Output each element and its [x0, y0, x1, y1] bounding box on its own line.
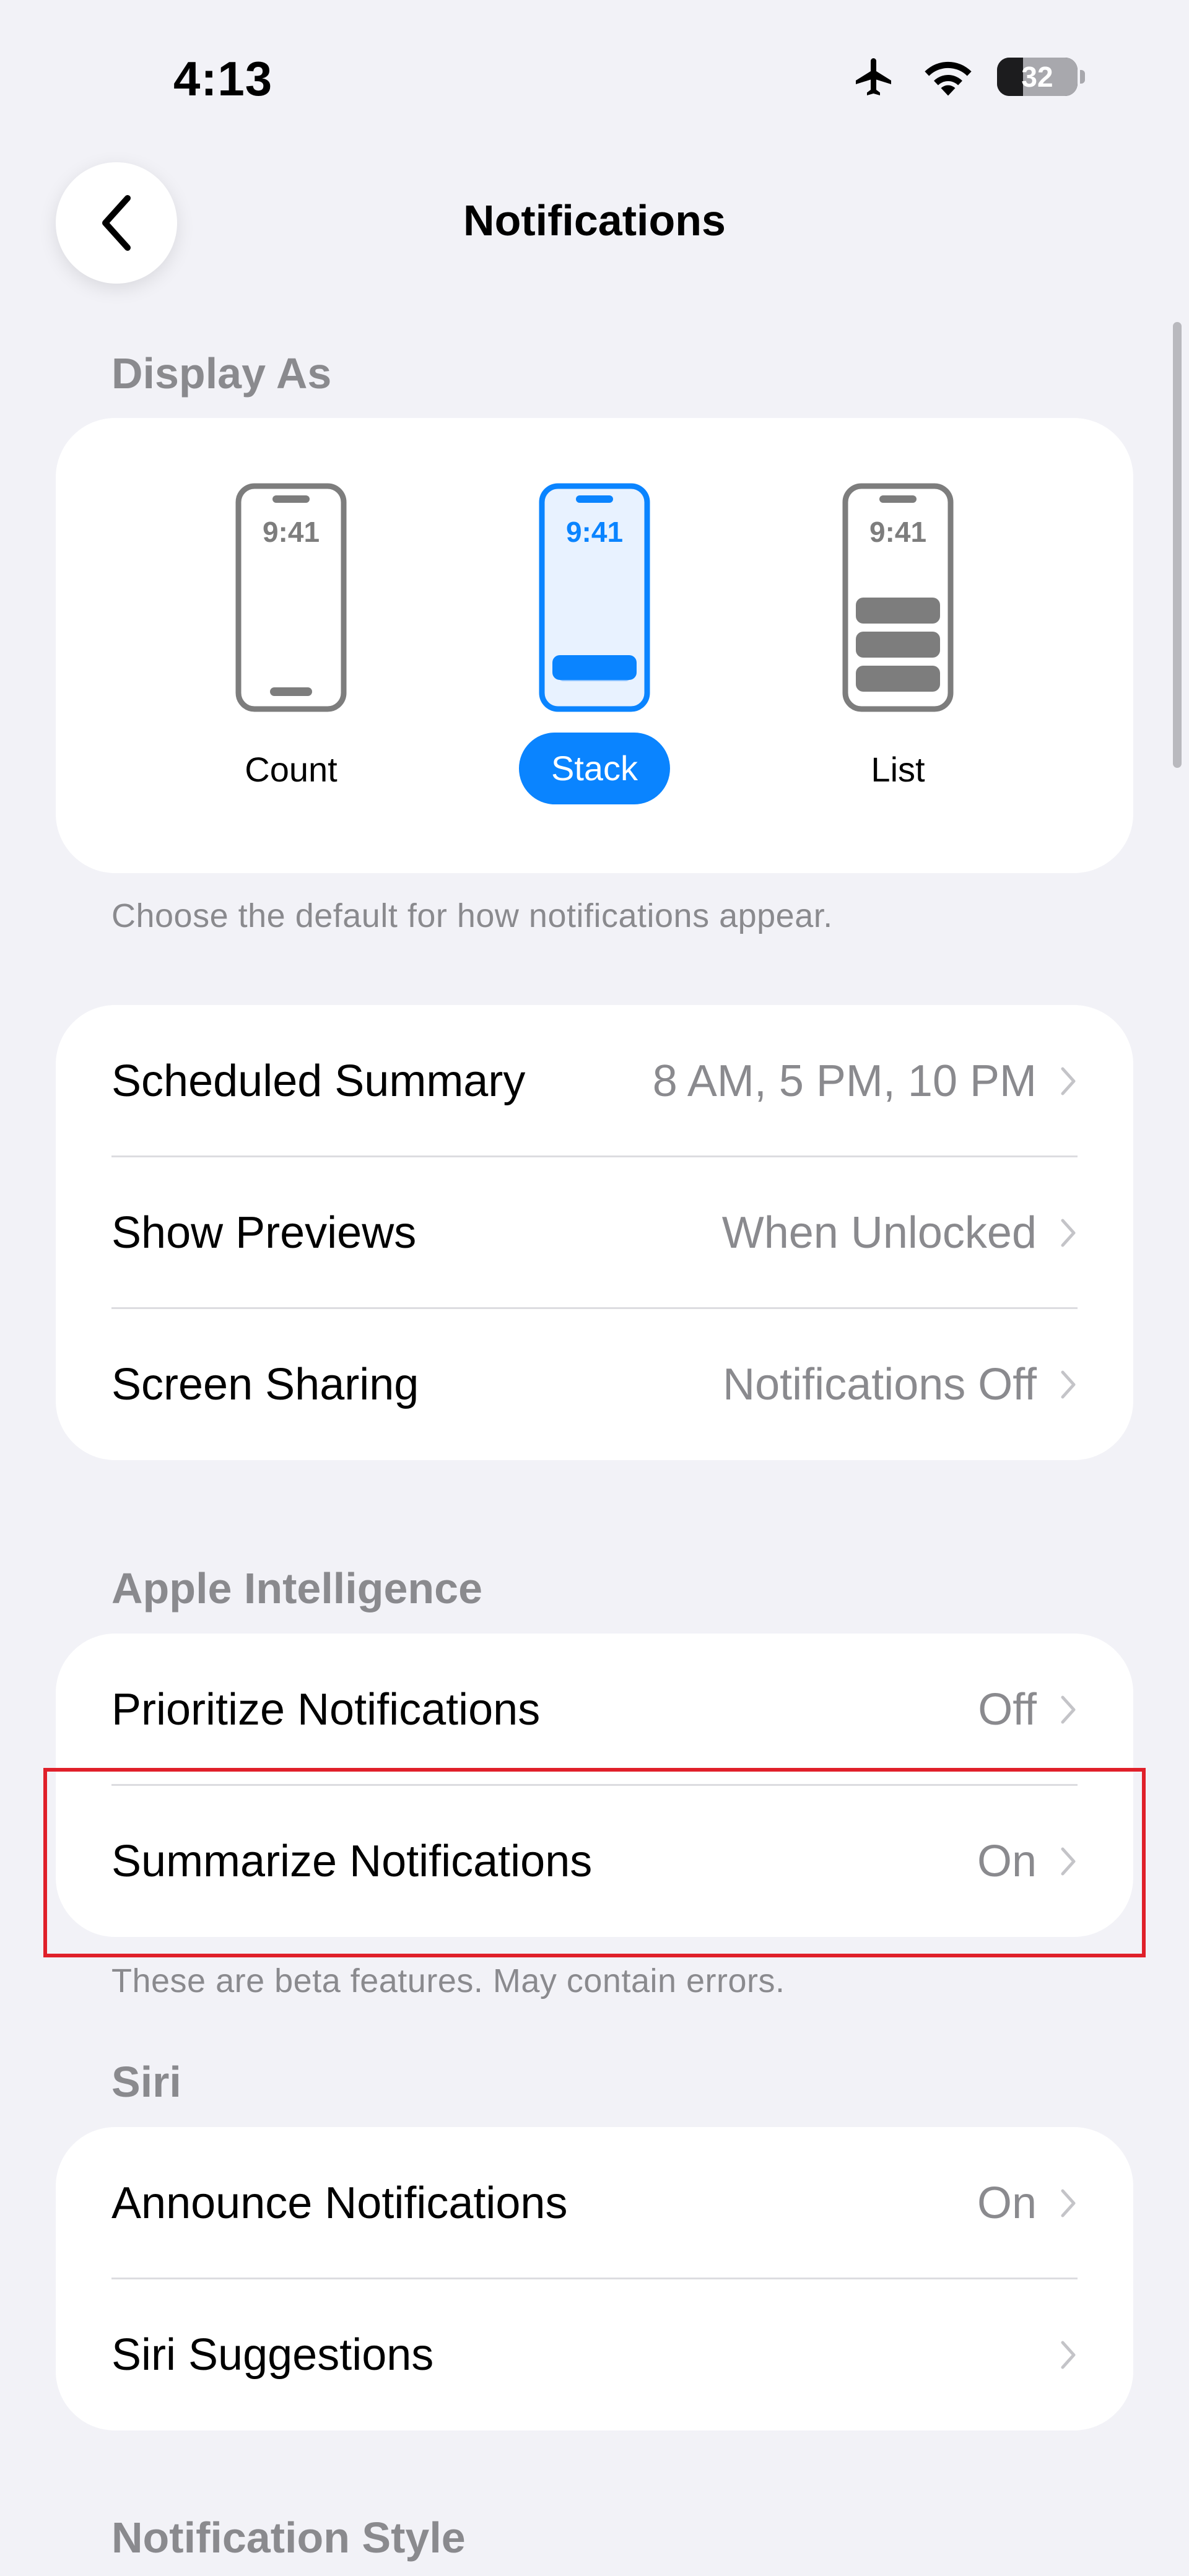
chevron-right-icon [1061, 1695, 1076, 1723]
apple-intelligence-header: Apple Intelligence [111, 1564, 482, 1612]
battery-icon: 32 [997, 58, 1085, 96]
siri-suggestions-row[interactable]: Siri Suggestions [56, 2279, 1133, 2430]
row-label: Announce Notifications [111, 2178, 568, 2228]
scrollbar[interactable] [1173, 322, 1182, 768]
chevron-right-icon [1061, 1067, 1076, 1095]
summary-settings-card: Scheduled Summary 8 AM, 5 PM, 10 PM Show… [56, 1005, 1133, 1460]
row-value: On [977, 2178, 1037, 2228]
battery-level: 32 [1021, 61, 1053, 93]
chevron-right-icon [1061, 1370, 1076, 1398]
display-as-footer: Choose the default for how notifications… [111, 897, 833, 934]
screen-sharing-row[interactable]: Screen Sharing Notifications Off [56, 1308, 1133, 1460]
phone-list-icon: 9:41 [842, 483, 954, 712]
announce-notifications-row[interactable]: Announce Notifications On [56, 2127, 1133, 2279]
apple-intelligence-footer: These are beta features. May contain err… [111, 1962, 785, 1999]
phone-time: 9:41 [566, 516, 623, 548]
chevron-right-icon [1061, 2189, 1076, 2217]
stack-selected-pill: Stack [518, 733, 671, 804]
scheduled-summary-row[interactable]: Scheduled Summary 8 AM, 5 PM, 10 PM [56, 1005, 1133, 1157]
siri-card: Announce Notifications On Siri Suggestio… [56, 2127, 1133, 2430]
phone-time: 9:41 [263, 516, 320, 548]
row-value: Notifications Off [723, 1359, 1037, 1409]
status-icons: 32 [850, 54, 1085, 99]
option-label-list: List [871, 750, 925, 789]
airplane-icon [856, 58, 891, 95]
row-label: Scheduled Summary [111, 1056, 526, 1106]
page-title: Notifications [463, 196, 726, 245]
display-as-header: Display As [111, 349, 332, 398]
phone-count-icon: 9:41 [235, 483, 347, 712]
row-label: Prioritize Notifications [111, 1684, 541, 1734]
row-value: Off [978, 1684, 1037, 1734]
phone-time: 9:41 [869, 516, 926, 548]
status-time: 4:13 [173, 51, 273, 106]
row-value: 8 AM, 5 PM, 10 PM [652, 1056, 1037, 1106]
row-value: When Unlocked [721, 1208, 1037, 1258]
display-as-card: 9:41 Count 9:41 Stack 9:41 List [56, 418, 1133, 873]
highlight-box [43, 1768, 1146, 1957]
chevron-right-icon [1061, 1219, 1076, 1247]
prioritize-notifications-row[interactable]: Prioritize Notifications Off [56, 1634, 1133, 1785]
siri-header: Siri [111, 2058, 181, 2106]
notification-style-header: Notification Style [111, 2513, 466, 2562]
row-label: Show Previews [111, 1208, 417, 1258]
row-label: Siri Suggestions [111, 2330, 434, 2380]
wifi-icon [925, 61, 972, 96]
row-label: Screen Sharing [111, 1359, 419, 1409]
phone-stack-icon: 9:41 [539, 483, 650, 712]
battery-fill [997, 58, 1023, 96]
chevron-right-icon [1061, 2341, 1076, 2369]
option-label-count: Count [245, 750, 338, 789]
show-previews-row[interactable]: Show Previews When Unlocked [56, 1157, 1133, 1308]
